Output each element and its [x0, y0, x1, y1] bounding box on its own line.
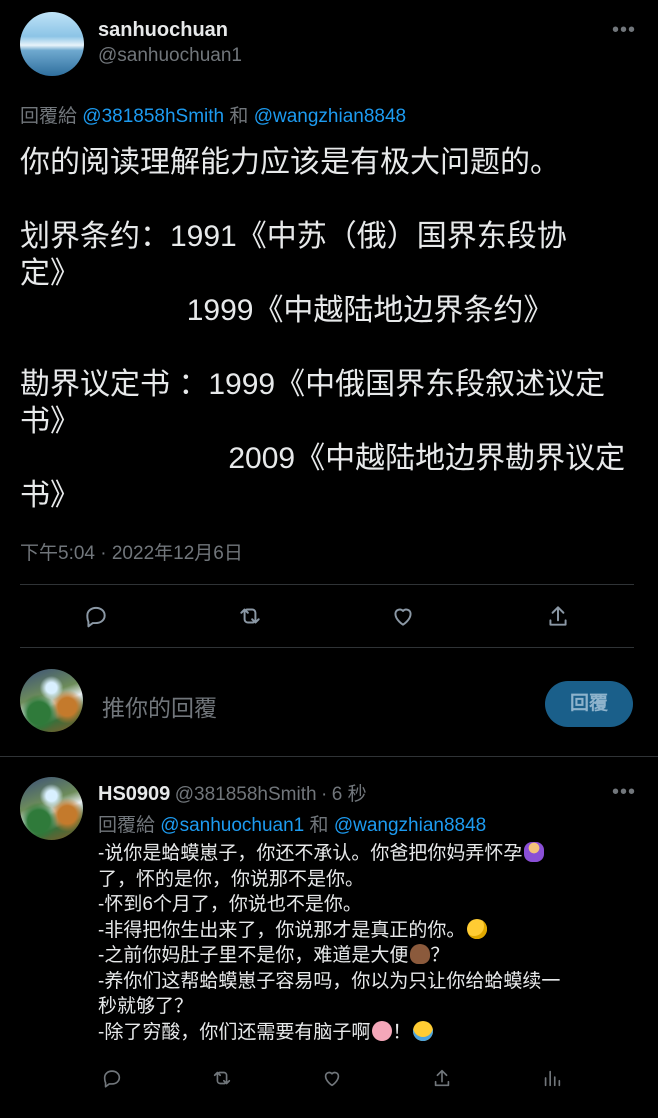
- share-icon[interactable]: [545, 603, 571, 634]
- avatar[interactable]: [20, 12, 84, 76]
- reply-line-text: -之前你妈肚子里不是你，难道是大便: [98, 945, 409, 966]
- mention-link[interactable]: @wangzhian8848: [254, 106, 406, 127]
- separator-dot: ·: [321, 784, 328, 805]
- reply-line: -非得把你生出来了，你说那才是真正的你。: [98, 918, 646, 944]
- display-name[interactable]: HS0909: [98, 783, 170, 805]
- reply-to-line: 回覆給 @381858hSmith 和 @wangzhian8848: [20, 101, 406, 128]
- like-icon[interactable]: [390, 603, 416, 634]
- tweet-line: 书》: [20, 405, 80, 438]
- analytics-icon[interactable]: [541, 1067, 563, 1094]
- tweet-line: [20, 329, 650, 366]
- tweet-timestamp[interactable]: 下午5:04 · 2022年12月6日: [20, 538, 243, 565]
- reply-and: 和: [229, 106, 249, 127]
- share-icon[interactable]: [431, 1067, 453, 1094]
- question-mark: ？: [430, 945, 450, 966]
- section-separator: [0, 756, 658, 757]
- reply-text: -说你是蛤蟆崽子，你还不承认。你爸把你妈弄怀孕 了，怀的是你，你说那不是你。 -…: [98, 841, 646, 1045]
- reply-line: -之前你妈肚子里不是你，难道是大便 ？: [98, 943, 646, 969]
- mention-link[interactable]: @wangzhian8848: [334, 815, 486, 836]
- reply-button[interactable]: 回覆: [545, 681, 633, 727]
- tweet-text: 你的阅读理解能力应该是有极大问题的。 划界条约：1991《中苏（俄）国界东段协 …: [20, 144, 650, 514]
- tweet-line: 定》: [20, 257, 80, 290]
- tweet-line: [20, 181, 650, 218]
- tweet-line: 划界条约：1991《中苏（俄）国界东段协: [20, 220, 567, 253]
- pregnant-person-emoji: [524, 842, 545, 862]
- reply-line: -说你是蛤蟆崽子，你还不承认。你爸把你妈弄怀孕: [98, 841, 646, 867]
- tweet-line: 书》: [20, 479, 80, 512]
- poo-emoji: [410, 944, 431, 964]
- display-name[interactable]: sanhuochuan: [98, 19, 228, 42]
- like-icon[interactable]: [321, 1067, 343, 1094]
- mention-link[interactable]: @381858hSmith: [82, 106, 224, 127]
- divider: [20, 647, 634, 648]
- more-horizontal-icon[interactable]: •••: [612, 782, 636, 802]
- reply-icon[interactable]: [101, 1067, 123, 1094]
- tweet-line: 勘界议定书 ：1999《中俄国界东段叙述议定: [20, 368, 606, 401]
- reply-line-text: -除了穷酸，你们还需要有脑子啊: [98, 1021, 371, 1043]
- tweet-line: 2009《中越陆地边界勘界议定: [20, 442, 626, 475]
- reply-line-text: -说你是蛤蟆崽子，你还不承认。你爸把你妈弄怀孕: [98, 843, 523, 864]
- avatar: [20, 669, 83, 732]
- exclamation-mark: ！: [392, 1021, 412, 1043]
- mention-link[interactable]: @sanhuochuan1: [160, 815, 304, 836]
- reply-line: 了，怀的是你，你说那不是你。: [98, 868, 365, 890]
- reply-line-text: -非得把你生出来了，你说那才是真正的你。: [98, 919, 466, 941]
- reply-to-line: 回覆給 @sanhuochuan1 和 @wangzhian8848: [98, 810, 486, 837]
- rofl-emoji: [467, 918, 488, 939]
- reply-icon[interactable]: [83, 603, 109, 634]
- user-handle[interactable]: @sanhuochuan1: [98, 45, 242, 67]
- reply-prefix: 回覆給: [20, 106, 78, 127]
- tweet-line: 1999《中越陆地边界条约》: [20, 294, 554, 327]
- divider: [20, 584, 634, 585]
- avatar[interactable]: [20, 777, 83, 840]
- reply-time[interactable]: 6 秒: [332, 784, 367, 805]
- reply-input[interactable]: 推你的回覆: [102, 689, 217, 723]
- reply-line: -怀到6个月了，你说也不是你。: [98, 894, 362, 915]
- user-handle[interactable]: @381858hSmith: [175, 784, 317, 805]
- joy-emoji: [413, 1020, 434, 1041]
- tweet-line: 你的阅读理解能力应该是有极大问题的。: [20, 146, 560, 179]
- reply-line: -除了穷酸，你们还需要有脑子啊 ！: [98, 1020, 646, 1046]
- reply-prefix: 回覆給: [98, 815, 156, 836]
- more-horizontal-icon[interactable]: •••: [612, 20, 636, 40]
- reply-header: HS0909 @381858hSmith · 6 秒: [98, 779, 367, 806]
- reply-line: -养你们这帮蛤蟆崽子容易吗，你以为只让你给蛤蟆续一: [98, 970, 561, 992]
- reply-and: 和: [309, 815, 329, 836]
- retweet-icon[interactable]: [237, 603, 263, 634]
- brain-emoji: [372, 1020, 393, 1041]
- retweet-icon[interactable]: [211, 1067, 233, 1094]
- reply-line: 秒就够了？: [98, 996, 194, 1017]
